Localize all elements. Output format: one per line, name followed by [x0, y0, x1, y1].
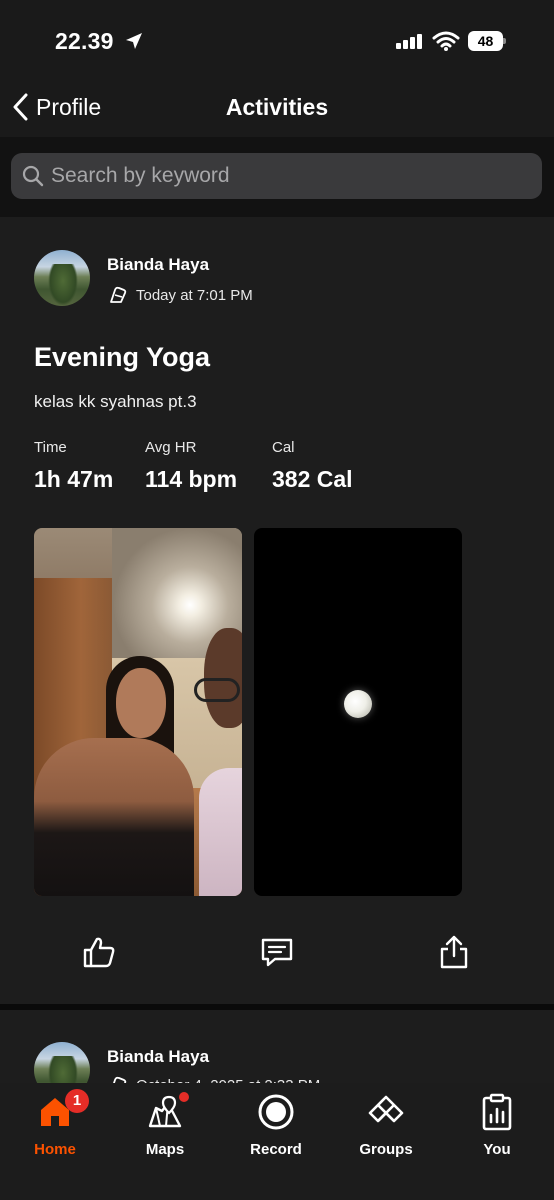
notification-badge: 1	[65, 1089, 89, 1113]
tab-record[interactable]: Record	[231, 1091, 321, 1161]
selfie-photo[interactable]	[34, 528, 242, 896]
post-timestamp: Today at 7:01 PM	[136, 286, 253, 304]
activity-card[interactable]: Bianda Haya October 4, 2025 at 2:33 PM	[0, 1010, 554, 1090]
stat-value: 1h 47m	[34, 466, 114, 492]
status-time: 22.39	[55, 28, 114, 54]
tab-bar: 1 Home Maps Record Groups You	[0, 1083, 554, 1200]
stat-label: Avg HR	[145, 439, 197, 456]
kudos-button[interactable]	[79, 932, 119, 972]
cellular-signal-icon	[396, 33, 424, 49]
moon-image	[344, 690, 372, 718]
maps-icon	[148, 1095, 182, 1128]
search-icon	[22, 165, 44, 187]
battery-level: 48	[468, 31, 503, 51]
activity-card[interactable]: Bianda Haya Today at 7:01 PM Evening Yog…	[0, 217, 554, 1004]
stat-avg-hr: Avg HR 114 bpm	[145, 439, 237, 493]
stat-calories: Cal 382 Cal	[272, 439, 353, 493]
share-button[interactable]	[434, 932, 474, 972]
post-meta: Today at 7:01 PM	[107, 284, 253, 306]
groups-icon	[368, 1095, 404, 1123]
share-icon	[440, 935, 468, 969]
tab-label: Home	[34, 1141, 76, 1158]
search-area	[0, 137, 554, 217]
comment-button[interactable]	[257, 932, 297, 972]
stat-label: Time	[34, 439, 67, 456]
tab-maps[interactable]: Maps	[120, 1091, 210, 1161]
search-box[interactable]	[11, 153, 542, 199]
activity-description: kelas kk syahnas pt.3	[34, 392, 197, 411]
tab-label: You	[483, 1141, 511, 1158]
thumbs-up-icon	[83, 937, 115, 968]
tab-label: Groups	[359, 1141, 413, 1158]
stat-value: 382 Cal	[272, 466, 353, 492]
navigation-header: Profile Activities	[0, 80, 554, 137]
yoga-activity-icon	[110, 286, 127, 303]
moon-photo[interactable]	[254, 528, 462, 896]
status-bar: 22.39 48	[0, 0, 554, 80]
stat-time: Time 1h 47m	[34, 439, 113, 493]
location-arrow-icon	[126, 33, 142, 49]
tab-groups[interactable]: Groups	[341, 1091, 431, 1161]
notification-dot	[179, 1092, 189, 1102]
wifi-icon	[432, 31, 460, 51]
avatar[interactable]	[34, 250, 90, 306]
tab-home[interactable]: 1 Home	[10, 1089, 100, 1161]
comment-icon	[261, 938, 293, 967]
search-input[interactable]	[51, 153, 531, 199]
author-name[interactable]: Bianda Haya	[107, 255, 209, 275]
tab-you[interactable]: You	[452, 1091, 542, 1161]
record-icon	[258, 1094, 294, 1130]
battery-icon: 48	[468, 31, 506, 51]
page-title: Activities	[225, 94, 329, 120]
tab-label: Record	[250, 1141, 302, 1158]
tab-label: Maps	[145, 1141, 185, 1158]
stat-label: Cal	[272, 439, 295, 456]
stat-value: 114 bpm	[145, 466, 238, 492]
activity-title[interactable]: Evening Yoga	[34, 342, 210, 373]
author-name[interactable]: Bianda Haya	[107, 1047, 209, 1067]
you-icon	[482, 1093, 512, 1131]
